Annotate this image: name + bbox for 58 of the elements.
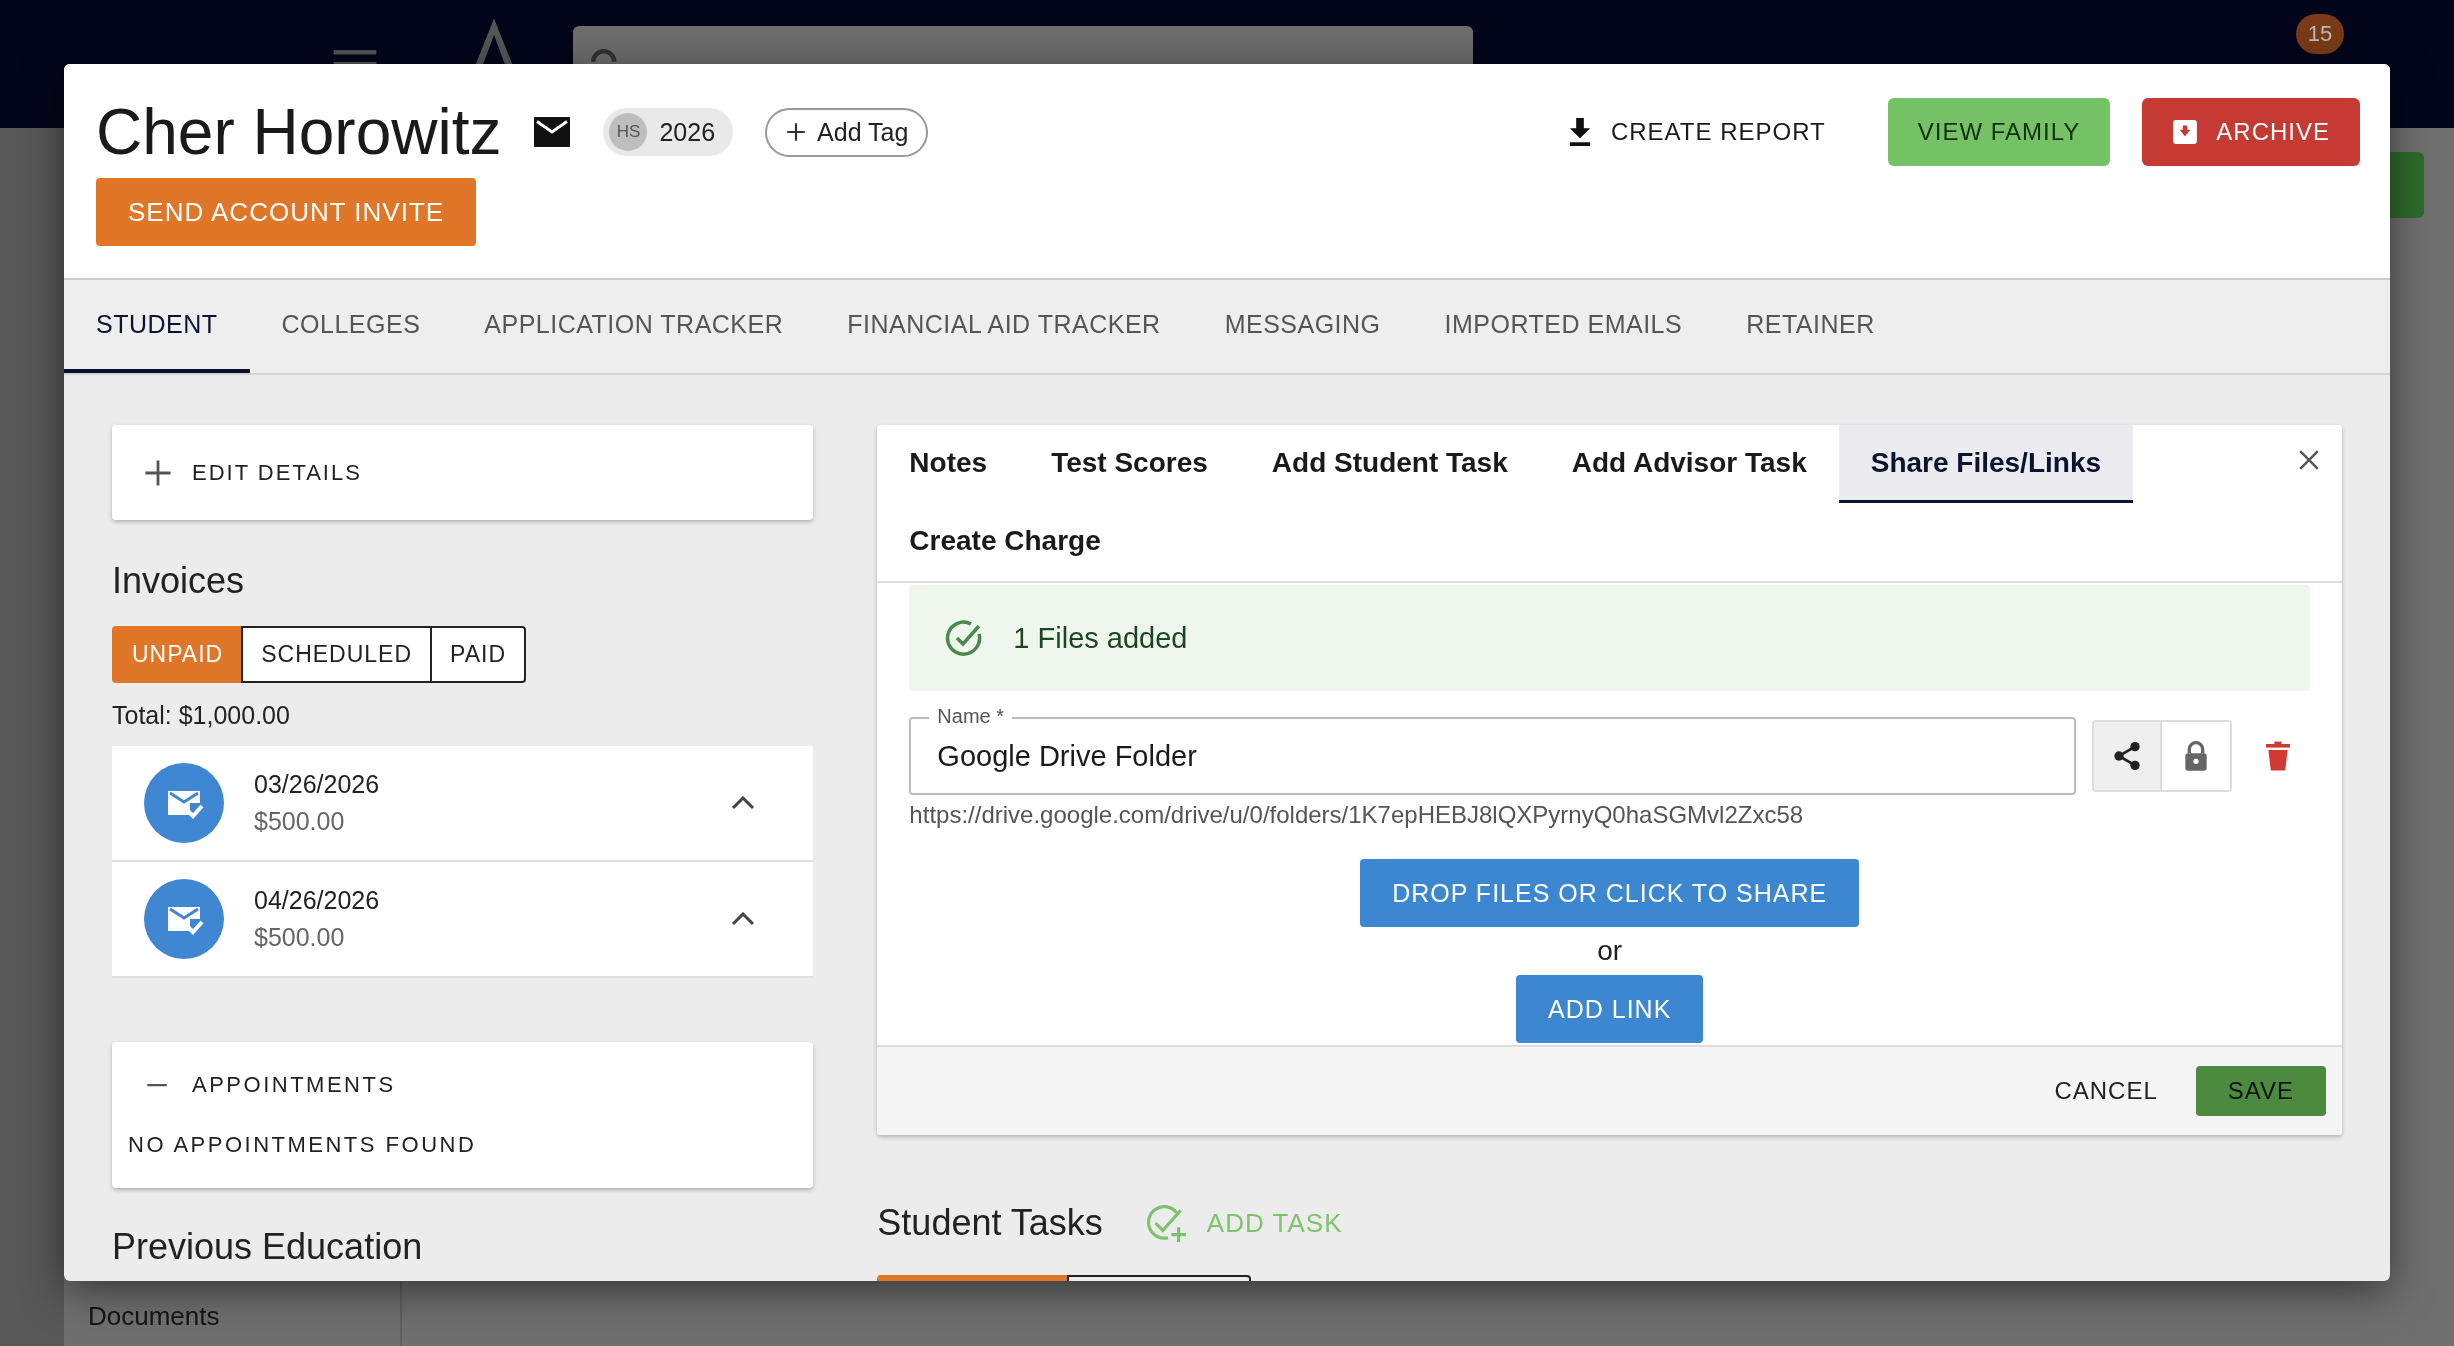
or-separator: or (1597, 935, 1623, 967)
tab[interactable]: RETAINER (1714, 280, 1907, 373)
upload-button[interactable]: DROP FILES OR CLICK TO SHARE (1360, 859, 1860, 927)
report-button[interactable]: CREATE REPORT (1536, 98, 1856, 166)
file-url-link[interactable]: https://drive.google.com/drive/u/0/folders/1K7epHEBJ8lQXPyrnyQ0haSGMvl2Zxc58 (909, 801, 2310, 829)
invoices-heading: Invoices (112, 560, 246, 602)
add-tag-button[interactable]: Add Tag (765, 107, 929, 157)
cancel-button[interactable]: CANCEL (2048, 1076, 2164, 1106)
family-button[interactable]: VIEW FAMILY (1887, 98, 2111, 166)
panel-tab[interactable]: Create Charge (877, 503, 1133, 581)
tab[interactable]: MESSAGING (1192, 280, 1413, 373)
invoice-filter[interactable]: SCHEDULED (241, 626, 433, 683)
tab[interactable]: IMPORTED EMAILS (1412, 280, 1715, 373)
plus-icon (144, 458, 172, 487)
save-button[interactable]: SAVE (2195, 1066, 2326, 1116)
add-link-button[interactable]: ADD LINK (1516, 975, 1704, 1043)
panel-tab[interactable]: Notes (877, 425, 1020, 503)
panel-tab[interactable]: Add Student Task (1239, 425, 1540, 503)
minus-icon[interactable] (144, 1083, 170, 1087)
archive-button[interactable]: ARCHIVE (2142, 98, 2360, 166)
panel-tab[interactable]: Share Files/Links (1838, 425, 2134, 503)
invoice-total: Total: $1,000.00 (112, 701, 291, 730)
alert-message: 1 Files added (1013, 621, 1188, 655)
panel-tab[interactable]: Test Scores (1019, 425, 1240, 503)
tab[interactable]: APPLICATION TRACKER (452, 280, 816, 373)
invoice-row[interactable]: 04/26/2026 $500.00 (112, 862, 814, 978)
student-name: Cher Horowitz (96, 95, 502, 169)
mail-check-icon (144, 763, 224, 843)
invoice-date: 03/26/2026 (254, 770, 381, 799)
student-tasks-heading: Student Tasks (877, 1202, 1103, 1244)
empty-message: NO APPOINTMENTS FOUND (128, 1132, 478, 1158)
school-level-avatar: HS (609, 113, 648, 151)
archive-icon (2172, 118, 2199, 146)
appointments-heading: APPOINTMENTS (192, 1072, 396, 1098)
invoice-amount: $500.00 (254, 807, 346, 836)
share-icon (2111, 740, 2143, 772)
mail-icon[interactable] (533, 117, 572, 147)
tab[interactable]: FINANCIAL AID TRACKER (815, 280, 1193, 373)
tab[interactable]: COLLEGES (249, 280, 453, 373)
share-toggle[interactable] (2094, 722, 2162, 790)
delete-icon[interactable] (2266, 741, 2290, 771)
invoice-amount: $500.00 (254, 923, 346, 952)
close-icon[interactable] (2298, 449, 2320, 471)
chevron-up-icon[interactable] (731, 796, 756, 810)
plus-icon (785, 121, 808, 143)
invoice-date: 04/26/2026 (254, 886, 381, 915)
tab[interactable]: STUDENT (64, 280, 250, 373)
name-field[interactable]: Name * Google Drive Folder (909, 703, 2076, 795)
grad-year: 2026 (659, 117, 716, 147)
invoice-row[interactable]: 03/26/2026 $500.00 (112, 746, 814, 862)
invoice-filter[interactable]: PAID (430, 626, 527, 683)
previous-education-heading: Previous Education (112, 1226, 424, 1268)
edit-details-button[interactable]: EDIT DETAILS (112, 425, 814, 520)
chevron-up-icon[interactable] (731, 912, 756, 926)
panel-tab[interactable]: Add Advisor Task (1539, 425, 1839, 503)
check-plus-icon (1144, 1202, 1187, 1244)
mail-check-icon (144, 879, 224, 959)
notification-badge: 15 (2296, 14, 2344, 54)
